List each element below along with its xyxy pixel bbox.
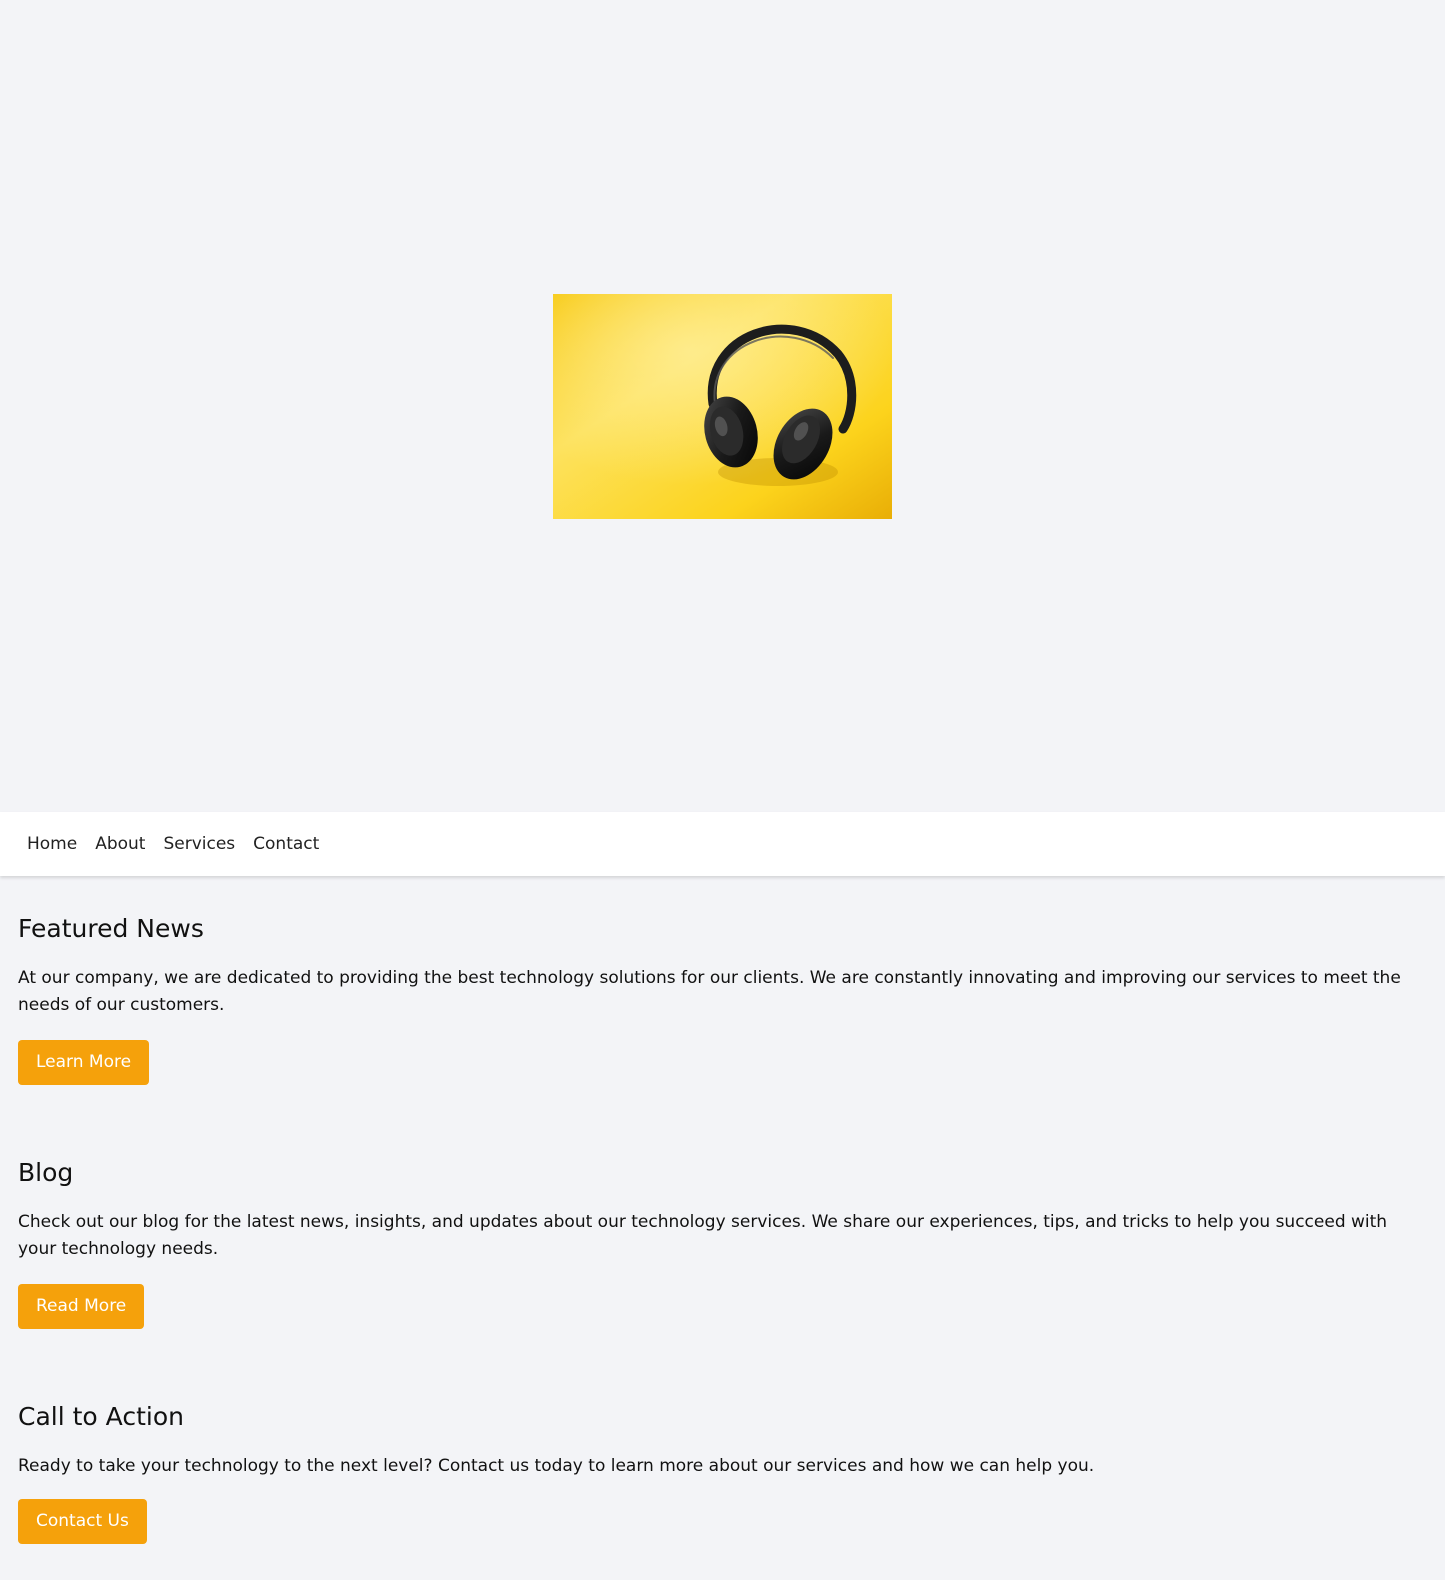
- contact-us-button[interactable]: Contact Us: [18, 1499, 147, 1544]
- hero-section: [0, 0, 1445, 812]
- nav-link-about[interactable]: About: [95, 834, 145, 854]
- learn-more-button[interactable]: Learn More: [18, 1040, 150, 1085]
- navbar: Home About Services Contact: [0, 812, 1445, 876]
- featured-news-section: Featured News At our company, we are ded…: [18, 914, 1428, 1085]
- hero-headphones-image: [553, 294, 892, 519]
- featured-news-title: Featured News: [18, 914, 204, 943]
- call-to-action-title: Call to Action: [18, 1402, 184, 1431]
- blog-title: Blog: [18, 1158, 74, 1187]
- call-to-action-body: Ready to take your technology to the nex…: [18, 1456, 1095, 1476]
- blog-body: Check out our blog for the latest news, …: [18, 1212, 1388, 1259]
- nav-link-services[interactable]: Services: [163, 834, 235, 854]
- nav-link-contact[interactable]: Contact: [253, 834, 319, 854]
- read-more-button[interactable]: Read More: [18, 1284, 145, 1329]
- call-to-action-section: Call to Action Ready to take your techno…: [18, 1402, 1428, 1544]
- featured-news-body: At our company, we are dedicated to prov…: [18, 968, 1401, 1015]
- blog-section: Blog Check out our blog for the latest n…: [18, 1158, 1428, 1329]
- nav-link-home[interactable]: Home: [27, 834, 77, 854]
